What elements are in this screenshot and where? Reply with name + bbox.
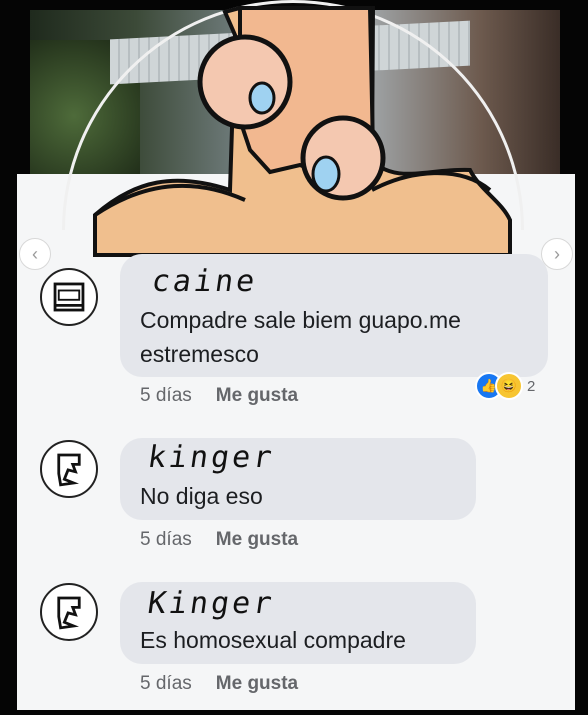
comment-time[interactable]: 5 días [140,385,192,406]
prev-button[interactable]: ‹ [19,238,51,270]
comment-author[interactable]: Kinger [146,586,277,621]
comment-author[interactable]: kinger [146,440,277,475]
left-pupil [248,81,276,115]
screenshot-stage: ‹ › caine Compadre sale biem guapo.me es… [0,0,588,715]
comment-time[interactable]: 5 días [140,673,192,694]
next-button[interactable]: › [541,238,573,270]
comment-time[interactable]: 5 días [140,529,192,550]
character-drawing [93,6,512,257]
comment-text: Compadre sale biem guapo.me [140,307,461,333]
comment-like-button[interactable]: Me gusta [216,385,298,406]
comment-text: Es homosexual compadre [140,627,406,653]
comment-meta: 5 días Me gusta [140,385,298,407]
chevron-left-icon: ‹ [32,243,38,264]
left-eye [197,34,293,130]
reaction-count: 2 [527,377,536,395]
avatar[interactable] [40,583,98,641]
right-pupil [311,155,341,193]
comment-text-continued: estremesco [140,341,259,367]
comment-author[interactable]: caine [150,264,260,299]
comment-like-button[interactable]: Me gusta [216,673,298,694]
avatar[interactable] [40,440,98,498]
reaction-summary[interactable]: 👍 😆 2 [475,372,536,400]
comment-meta: 5 días Me gusta [140,673,298,695]
caine-avatar-icon [53,282,85,312]
chevron-right-icon: › [554,243,560,264]
laughing-face-icon: 😆 [495,372,523,400]
avatar[interactable] [40,268,98,326]
kinger-avatar-icon [57,453,81,487]
kinger-avatar-icon [57,596,81,630]
comment-like-button[interactable]: Me gusta [216,529,298,550]
comment-text: No diga eso [140,483,263,509]
comment-meta: 5 días Me gusta [140,529,298,551]
